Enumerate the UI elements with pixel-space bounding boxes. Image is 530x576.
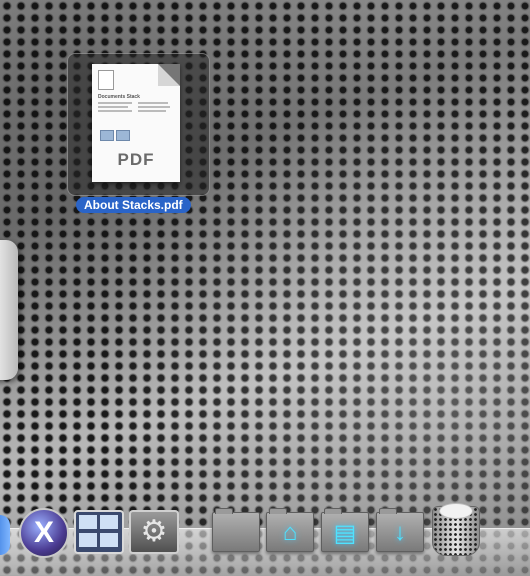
- space-tile: [100, 533, 118, 547]
- image-thumbnail: [100, 130, 114, 141]
- applications-folder-icon[interactable]: ⌂: [266, 508, 314, 552]
- spaces-icon[interactable]: [74, 510, 124, 554]
- space-tile: [79, 515, 97, 529]
- pdf-thumbnail: Documents Stack PDF: [92, 64, 180, 182]
- preview-heading: Documents Stack: [98, 94, 140, 100]
- downloads-folder-icon[interactable]: ↓: [376, 508, 424, 552]
- partial-window-edge[interactable]: [0, 240, 18, 380]
- applications-glyph: ⌂: [282, 519, 298, 546]
- folder-icon[interactable]: [212, 508, 260, 552]
- gear-icon[interactable]: ⚙: [129, 510, 179, 554]
- pdf-badge: PDF: [117, 150, 155, 169]
- x-glyph: X: [33, 516, 54, 549]
- trash-paper: [439, 503, 473, 519]
- x-logo-icon[interactable]: X: [19, 508, 69, 558]
- text-line: [98, 106, 128, 108]
- file-name-label[interactable]: About Stacks.pdf: [76, 197, 191, 213]
- gear-glyph: ⚙: [140, 515, 168, 548]
- document-icon: [98, 70, 114, 90]
- image-thumbnail: [116, 130, 130, 141]
- page-curl: [158, 64, 180, 86]
- downloads-glyph: ↓: [394, 519, 406, 546]
- space-tile: [79, 533, 97, 547]
- text-line: [138, 110, 166, 112]
- text-line: [98, 102, 132, 104]
- desktop-file-pdf[interactable]: Documents Stack PDF: [67, 53, 210, 196]
- text-line: [138, 106, 170, 108]
- trash-icon[interactable]: [432, 503, 480, 556]
- space-tile: [100, 515, 118, 529]
- documents-glyph: ▤: [333, 520, 357, 547]
- documents-folder-icon[interactable]: ▤: [321, 508, 369, 552]
- finder-icon[interactable]: [0, 515, 10, 555]
- text-line: [138, 102, 168, 104]
- text-line: [98, 110, 132, 112]
